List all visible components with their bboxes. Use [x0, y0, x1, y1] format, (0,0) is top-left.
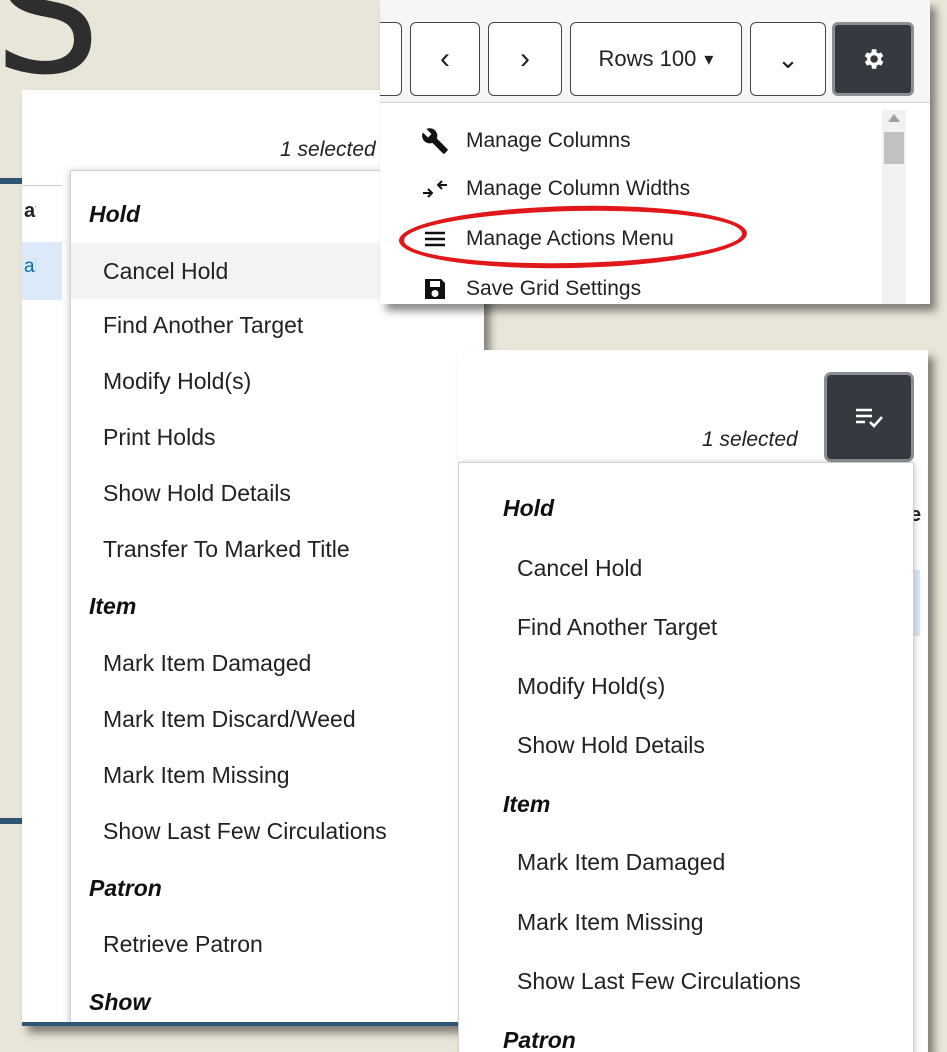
menu-item-retrieve-patron[interactable]: Retrieve Patron [103, 931, 263, 958]
menu-item-cancel-hold[interactable]: Cancel Hold [517, 555, 642, 582]
actions-menu-panel-custom: 1 selected e Hold Cancel Hold Find Anoth… [458, 350, 928, 1052]
next-page-button[interactable]: › [488, 22, 562, 96]
accent-line-bottom [0, 818, 22, 824]
menu-item-modify-holds[interactable]: Modify Hold(s) [517, 673, 665, 700]
save-icon [420, 277, 450, 301]
menu-group-header: Patron [503, 1027, 576, 1052]
list-check-icon [856, 408, 883, 428]
menu-item-modify-holds[interactable]: Modify Hold(s) [103, 368, 251, 395]
grid-row-cell[interactable] [914, 570, 920, 636]
wrench-icon [420, 127, 450, 155]
scroll-up-arrow-icon[interactable] [888, 114, 900, 122]
menu-group-header: Hold [503, 495, 555, 521]
grid-settings-button[interactable] [832, 22, 914, 96]
menu-item-transfer-to-marked-title[interactable]: Transfer To Marked Title [103, 536, 350, 563]
selected-count: 1 selected [280, 138, 376, 161]
prev-page-button[interactable]: ‹ [410, 22, 480, 96]
rows-per-page-label: Rows 100 [598, 46, 697, 71]
heading-fragment: S [0, 0, 101, 112]
grid-settings-menu: Manage Columns Manage Column Widths Mana… [380, 102, 930, 304]
grid-header-cell: ay [22, 185, 62, 244]
menu-item-mark-item-missing[interactable]: Mark Item Missing [517, 909, 704, 936]
manage-column-widths-label: Manage Column Widths [466, 177, 691, 200]
grid-row-text: ally [24, 256, 36, 277]
grid-row-cell[interactable]: ally [22, 242, 62, 300]
menu-item-show-last-few-circulations[interactable]: Show Last Few Circulations [517, 968, 801, 995]
menu-item-print-holds[interactable]: Print Holds [103, 424, 215, 451]
grid-header-text: ay [24, 200, 36, 222]
menu-item-mark-item-damaged[interactable]: Mark Item Damaged [103, 650, 311, 677]
caret-down-icon: ▾ [704, 48, 714, 69]
expand-toggle-button[interactable]: ⌄ [750, 22, 826, 96]
menu-item-mark-item-missing[interactable]: Mark Item Missing [103, 762, 290, 789]
actions-menu-button[interactable] [824, 372, 914, 462]
selected-count: 1 selected [702, 428, 798, 451]
manage-columns-item[interactable]: Manage Columns [420, 127, 631, 155]
save-grid-settings-label: Save Grid Settings [466, 277, 642, 300]
rows-per-page-dropdown[interactable]: Rows 100 ▾ [570, 22, 742, 96]
menu-item-show-hold-details[interactable]: Show Hold Details [103, 480, 291, 507]
menu-item-show-hold-details[interactable]: Show Hold Details [517, 732, 705, 759]
manage-column-widths-item[interactable]: Manage Column Widths [420, 177, 690, 201]
menu-scrollbar[interactable] [882, 110, 906, 304]
grid-toolbar: ‹ › Rows 100 ▾ ⌄ [380, 0, 930, 102]
gear-icon [864, 49, 884, 69]
save-grid-settings-item[interactable]: Save Grid Settings [420, 277, 641, 301]
menu-item-mark-item-damaged[interactable]: Mark Item Damaged [517, 849, 725, 876]
menu-group-header: Hold [89, 201, 141, 227]
menu-group-header: Show [89, 989, 151, 1015]
accent-line-panel-bottom [22, 1022, 484, 1026]
menu-item-find-another-target[interactable]: Find Another Target [103, 312, 303, 339]
accent-line-top [0, 178, 22, 184]
menu-group-header: Patron [89, 875, 162, 901]
menu-item-show-last-few-circulations[interactable]: Show Last Few Circulations [103, 818, 387, 845]
menu-item-find-another-target[interactable]: Find Another Target [517, 614, 717, 641]
manage-columns-label: Manage Columns [466, 129, 631, 152]
column-resize-icon [420, 178, 450, 200]
toolbar-left-button[interactable] [380, 22, 402, 96]
menu-group-header: Item [503, 791, 551, 817]
actions-dropdown: Hold Cancel Hold Find Another Target Mod… [458, 462, 914, 1052]
menu-group-header: Item [89, 593, 137, 619]
scroll-thumb[interactable] [884, 132, 904, 164]
menu-item-mark-item-discard-weed[interactable]: Mark Item Discard/Weed [103, 706, 356, 733]
